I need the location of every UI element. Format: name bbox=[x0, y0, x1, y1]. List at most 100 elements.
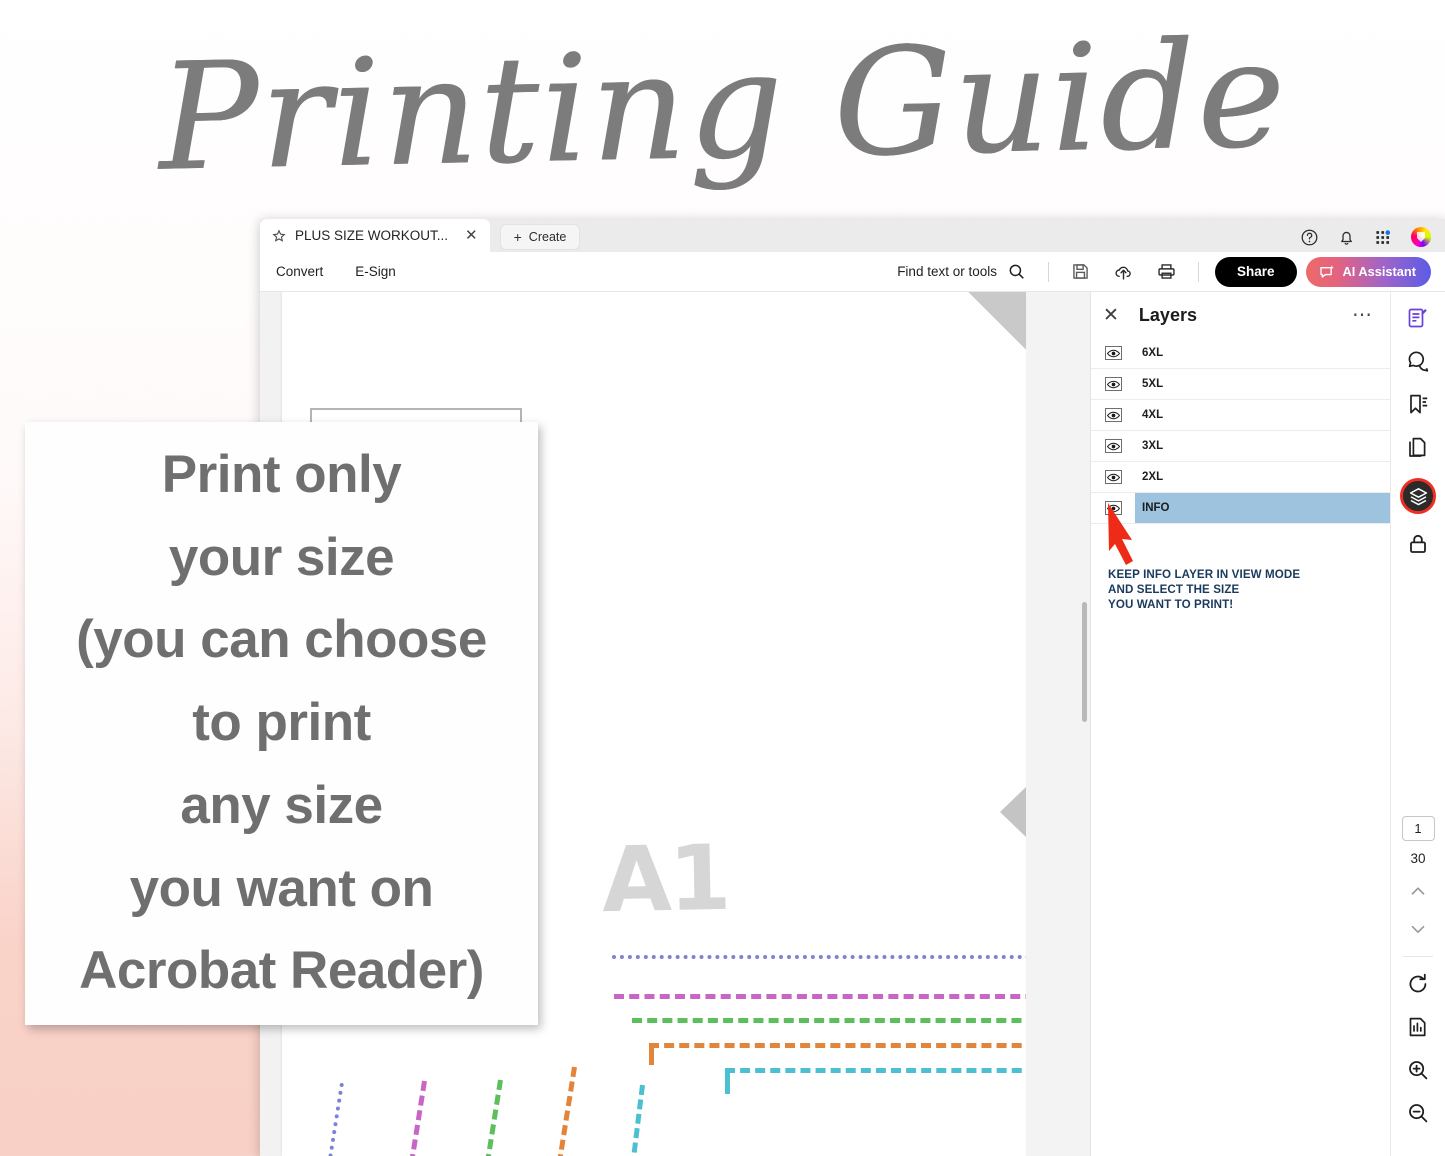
toolbar-right-group: Find text or tools Share AI Assistant bbox=[897, 256, 1431, 287]
vertical-scrollbar[interactable] bbox=[1082, 602, 1087, 722]
layers-panel-title: Layers bbox=[1138, 304, 1197, 325]
pattern-line-periwinkle-h bbox=[612, 955, 1026, 959]
layer-name: 4XL bbox=[1142, 409, 1164, 421]
callout-line-3: YOU WANT TO PRINT! bbox=[1108, 598, 1234, 612]
eye-icon bbox=[1106, 442, 1120, 450]
close-icon[interactable]: ✕ bbox=[457, 228, 478, 243]
print-instructions-overlay: Print only your size (you can choose to … bbox=[25, 422, 538, 1025]
layers-icon[interactable] bbox=[1400, 478, 1436, 514]
layer-visibility-toggle[interactable] bbox=[1091, 346, 1135, 360]
overlay-line: Print only bbox=[161, 445, 402, 505]
fit-page-icon[interactable] bbox=[1406, 1015, 1430, 1039]
layers-list: 6XL 5XL 4XL 3XL 2XL INFO bbox=[1091, 338, 1390, 524]
layer-visibility-toggle[interactable] bbox=[1091, 470, 1135, 484]
overlay-line: (you can choose bbox=[76, 610, 487, 670]
layer-name: 6XL bbox=[1142, 347, 1164, 359]
callout-line-1: KEEP INFO LAYER IN VIEW MODE bbox=[1108, 568, 1301, 581]
zoom-in-icon[interactable] bbox=[1406, 1058, 1430, 1082]
comment-icon[interactable] bbox=[1406, 349, 1430, 373]
more-options-icon[interactable]: ⋯ bbox=[1352, 305, 1374, 325]
layer-row[interactable]: 5XL bbox=[1091, 369, 1390, 400]
zoom-out-icon[interactable] bbox=[1406, 1101, 1430, 1125]
pattern-corner-orange bbox=[649, 1043, 654, 1065]
size-watermark: A1 bbox=[601, 825, 730, 934]
star-outline-icon[interactable] bbox=[272, 228, 286, 243]
layer-row[interactable]: 4XL bbox=[1091, 400, 1390, 431]
overlay-line: to print bbox=[192, 693, 371, 753]
overlay-line: Acrobat Reader) bbox=[79, 941, 484, 1001]
ai-sparkle-chat-icon bbox=[1319, 264, 1334, 278]
layer-name: 5XL bbox=[1142, 378, 1164, 390]
page-number-input[interactable]: 1 bbox=[1401, 816, 1435, 841]
eye-icon bbox=[1106, 411, 1120, 419]
layer-visibility-toggle[interactable] bbox=[1091, 408, 1135, 422]
pattern-line-green-v bbox=[473, 1079, 503, 1156]
layers-callout-text: KEEP INFO LAYER IN VIEW MODE AND SELECT … bbox=[1108, 567, 1370, 612]
menu-esign[interactable]: E-Sign bbox=[339, 264, 412, 279]
pattern-line-orange-h bbox=[649, 1043, 1026, 1048]
print-icon[interactable] bbox=[1156, 261, 1177, 282]
user-avatar[interactable] bbox=[1411, 227, 1431, 247]
search-icon[interactable] bbox=[1007, 262, 1026, 281]
ai-assistant-button[interactable]: AI Assistant bbox=[1305, 256, 1431, 287]
search-placeholder: Find text or tools bbox=[897, 264, 997, 279]
rotate-icon[interactable] bbox=[1406, 972, 1430, 996]
pattern-line-cyan-h bbox=[725, 1068, 1026, 1073]
right-tool-rail: 1 30 bbox=[1390, 292, 1445, 1156]
callout-line-2: AND SELECT THE SIZE bbox=[1108, 583, 1240, 597]
layers-panel-header: ✕ Layers ⋯ bbox=[1091, 292, 1390, 338]
create-button[interactable]: + Create bbox=[499, 224, 581, 250]
plus-icon: + bbox=[513, 229, 522, 245]
divider bbox=[1403, 956, 1433, 957]
tabstrip-right-icons bbox=[1300, 227, 1445, 252]
overlay-line: any size bbox=[180, 775, 383, 835]
layer-row[interactable]: 3XL bbox=[1091, 431, 1390, 462]
eye-icon bbox=[1106, 349, 1120, 357]
overlay-line: your size bbox=[168, 527, 395, 587]
chevron-up-icon[interactable] bbox=[1407, 880, 1429, 902]
ai-assistant-label: AI Assistant bbox=[1342, 264, 1416, 279]
pattern-line-magenta-v bbox=[397, 1080, 427, 1156]
page-corner-marker bbox=[968, 292, 1026, 350]
save-icon[interactable] bbox=[1070, 261, 1091, 282]
pattern-line-cyan-v bbox=[621, 1084, 645, 1156]
overlay-line: you want on bbox=[129, 858, 434, 918]
layer-row[interactable]: 2XL bbox=[1091, 462, 1390, 493]
help-icon[interactable] bbox=[1300, 228, 1319, 247]
upload-cloud-icon[interactable] bbox=[1113, 261, 1134, 282]
eye-icon bbox=[1106, 380, 1120, 388]
organize-pages-icon[interactable] bbox=[1406, 435, 1430, 459]
layer-row[interactable]: 6XL bbox=[1091, 338, 1390, 369]
create-button-label: Create bbox=[528, 230, 567, 244]
pattern-line-periwinkle-v bbox=[315, 1082, 344, 1156]
divider bbox=[1197, 261, 1199, 282]
notifications-bell-icon[interactable] bbox=[1337, 228, 1356, 247]
pattern-line-orange-v bbox=[545, 1066, 577, 1156]
viewer-gutter bbox=[1026, 292, 1090, 1156]
layer-name: 2XL bbox=[1142, 471, 1164, 483]
tab-strip: PLUS SIZE WORKOUT... ✕ + Create bbox=[260, 219, 1445, 252]
eye-icon bbox=[1106, 473, 1120, 481]
menu-convert[interactable]: Convert bbox=[260, 264, 339, 279]
edit-pdf-icon[interactable] bbox=[1406, 306, 1430, 330]
red-arrow-annotation bbox=[1108, 503, 1133, 565]
layers-panel: ✕ Layers ⋯ 6XL 5XL 4XL 3XL 2XL INFO KEEP… bbox=[1090, 292, 1390, 1156]
app-grid-icon[interactable] bbox=[1374, 228, 1393, 247]
layer-visibility-toggle[interactable] bbox=[1091, 439, 1135, 453]
page-edge-marker bbox=[1000, 787, 1026, 837]
pattern-line-green-h bbox=[632, 1018, 1026, 1023]
pattern-corner-cyan bbox=[725, 1068, 730, 1094]
pattern-line-magenta-h bbox=[614, 994, 1026, 999]
chevron-down-icon[interactable] bbox=[1407, 918, 1429, 940]
share-button[interactable]: Share bbox=[1214, 256, 1297, 287]
layer-visibility-toggle[interactable] bbox=[1091, 377, 1135, 391]
protect-lock-icon[interactable] bbox=[1406, 532, 1430, 556]
bookmark-icon[interactable] bbox=[1406, 392, 1430, 416]
divider bbox=[1047, 261, 1049, 282]
close-icon[interactable]: ✕ bbox=[1103, 306, 1119, 325]
document-tab-label: PLUS SIZE WORKOUT... bbox=[295, 228, 449, 243]
document-tab[interactable]: PLUS SIZE WORKOUT... ✕ bbox=[260, 219, 490, 252]
rail-bottom-group: 1 30 bbox=[1391, 816, 1445, 1144]
page-title: Printing Guide bbox=[156, 8, 1289, 204]
search-input[interactable]: Find text or tools bbox=[897, 262, 1038, 281]
